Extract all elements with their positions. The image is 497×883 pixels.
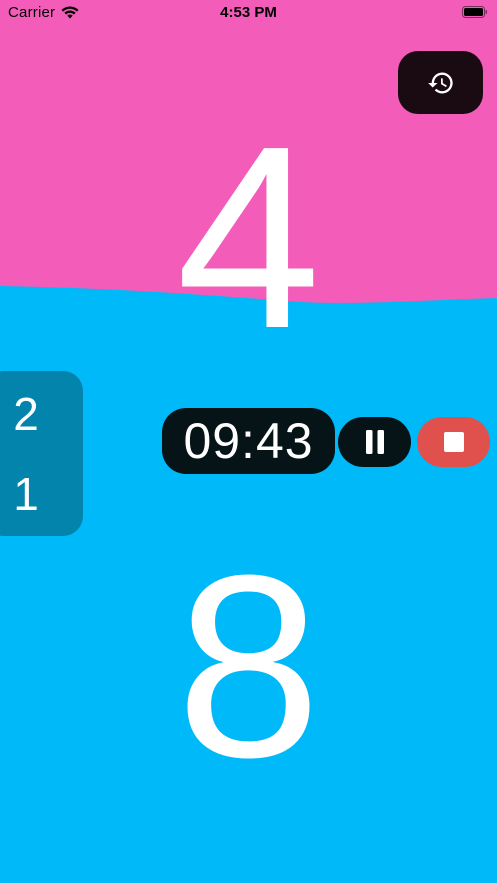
top-team-score[interactable]: 4	[0, 108, 497, 368]
battery-icon	[462, 6, 487, 18]
status-bar: Carrier 4:53 PM	[0, 0, 497, 26]
status-time: 4:53 PM	[220, 4, 277, 21]
pause-button[interactable]	[338, 417, 411, 467]
bottom-team-sets: 1	[13, 468, 39, 520]
history-icon	[427, 72, 453, 93]
match-timer: 09:43	[162, 408, 335, 474]
top-team-sets: 2	[13, 388, 39, 440]
bottom-team-score[interactable]: 8	[0, 537, 497, 797]
history-button[interactable]	[398, 51, 483, 114]
sets-panel: 2 1	[0, 371, 83, 536]
stop-button[interactable]	[417, 417, 490, 467]
stop-icon	[443, 432, 464, 452]
scoreboard-screen: Carrier 4:53 PM 4 8 2 1 09:43	[0, 0, 497, 883]
pause-icon	[365, 430, 384, 454]
